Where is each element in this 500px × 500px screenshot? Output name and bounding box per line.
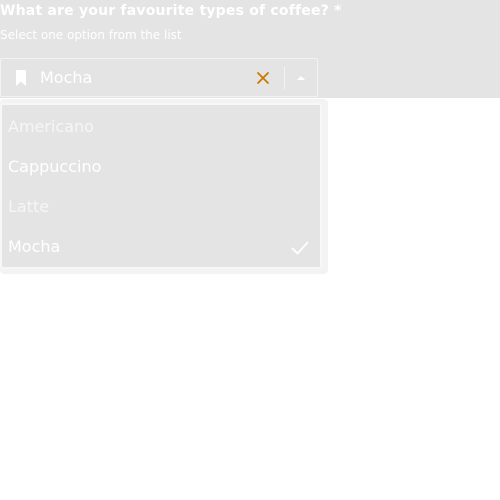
- selected-value: Mocha: [40, 68, 93, 87]
- check-icon: [291, 241, 309, 255]
- bookmark-icon: [16, 70, 26, 86]
- coffee-form: What are your favourite types of coffee?…: [0, 0, 500, 500]
- select-divider: [284, 67, 285, 89]
- option-latte[interactable]: Latte: [2, 187, 320, 227]
- helper-text: Select one option from the list: [0, 28, 182, 42]
- question-panel: What are your favourite types of coffee?…: [0, 0, 500, 98]
- coffee-select[interactable]: Mocha: [0, 58, 318, 97]
- close-icon[interactable]: [256, 71, 270, 85]
- option-label: Latte: [8, 197, 50, 216]
- option-label: Cappuccino: [8, 157, 102, 176]
- caret-up-icon[interactable]: [295, 74, 307, 82]
- question-label: What are your favourite types of coffee?…: [0, 3, 342, 19]
- option-americano[interactable]: Americano: [2, 107, 320, 147]
- option-label: Mocha: [8, 237, 61, 256]
- option-cappuccino[interactable]: Cappuccino: [2, 147, 320, 187]
- option-mocha[interactable]: Mocha: [2, 227, 320, 267]
- option-label: Americano: [8, 117, 94, 136]
- options-dropdown: Americano Cappuccino Latte Mocha: [0, 103, 322, 269]
